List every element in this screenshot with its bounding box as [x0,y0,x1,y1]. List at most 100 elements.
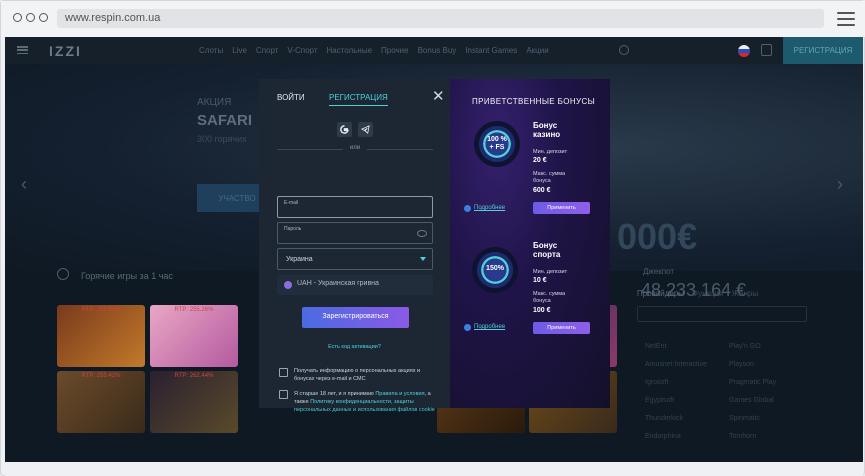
provider-item[interactable]: Pragmatic Play [729,379,776,386]
provider-item[interactable]: Tomhorn [729,433,756,440]
country-value: Украина [286,256,313,263]
bonus-max-value: 100 € [533,307,551,314]
bonus-min-label: Мин. депозит [533,269,568,275]
game-tile[interactable]: RTP: 255.56% [57,305,145,367]
currency-value: UAH - Украинская гривна [297,280,379,287]
age-terms-checkbox[interactable] [279,390,288,399]
game-tile[interactable]: RTP: 255.42% [57,371,145,433]
google-login-button[interactable] [337,122,352,137]
browser-window: www.respin.com.ua IZZI Слоты Live Спорт … [0,0,865,476]
nav-item[interactable]: Спорт [256,46,279,55]
site-header: IZZI Слоты Live Спорт V-Спорт Настольные… [5,37,863,64]
email-field[interactable]: E-mail [277,196,433,218]
browser-toolbar: www.respin.com.ua [1,1,865,37]
nav-item[interactable]: V-Спорт [287,46,317,55]
bonus-max-value: 600 € [533,187,551,194]
tab-genres[interactable]: Жанры [732,289,759,298]
bonus-details-link[interactable]: Подробнее [474,324,505,330]
browser-bottom [5,462,863,476]
divider [367,149,433,150]
site-logo[interactable]: IZZI [49,43,82,59]
window-dot-icon[interactable] [39,13,48,22]
register-submit-button[interactable]: Зарегистрироваться [302,307,409,328]
provider-item[interactable]: Spinmatic [729,415,760,422]
provider-item[interactable]: Playson [729,361,754,368]
window-dot-icon[interactable] [13,13,22,22]
tab-providers[interactable]: Провайдеры [637,289,684,298]
or-separator: или [349,145,361,151]
bonus-max-label: Макс. сумма бонуса [533,171,566,184]
provider-item[interactable]: Igrosoft [645,379,668,386]
provider-item[interactable]: Thunderkick [645,415,683,422]
filter-panel: Провайдеры Функции Жанры NetEnt Amusnet … [637,289,817,462]
login-icon[interactable] [761,44,772,56]
activation-code-link[interactable]: Есть код активации? [259,344,450,350]
page-viewport: IZZI Слоты Live Спорт V-Спорт Настольные… [5,37,863,462]
provider-search-input[interactable] [637,306,807,322]
close-icon[interactable]: ✕ [432,87,445,105]
hero-title: SAFARI [197,112,253,129]
hamburger-icon[interactable] [837,12,855,26]
nav-item[interactable]: Bonus Buy [418,46,457,55]
info-icon [464,324,471,331]
nav-item[interactable]: Настольные [326,46,372,55]
badge-text: 150% [486,265,504,272]
tab-login[interactable]: ВОЙТИ [277,93,305,102]
provider-item[interactable]: Games Global [729,397,774,404]
eye-icon[interactable] [417,230,427,237]
bonus-min-label: Мин. депозит [533,149,568,155]
provider-item[interactable]: Endorphina [645,433,681,440]
apply-bonus-button[interactable]: Применить [533,322,590,334]
apply-bonus-button[interactable]: Применить [533,202,590,214]
chevron-right-icon[interactable]: › [837,174,843,195]
language-flag-icon[interactable] [738,45,750,57]
casino-bonus-badge: 100 % + FS [474,121,520,167]
hero-subtitle: 300 горячих [197,134,247,144]
nav-item[interactable]: Live [232,46,247,55]
jackpot-label: Джекпот [643,267,674,276]
menu-icon[interactable] [17,46,28,54]
email-label: E-mail [284,200,299,206]
address-bar[interactable]: www.respin.com.ua [57,9,824,28]
country-select[interactable]: Украина [277,248,433,270]
provider-item[interactable]: Amusnet Interactive [645,361,707,368]
provider-item[interactable]: NetEnt [645,343,666,350]
game-tile[interactable]: RTP: 255.26% [150,305,238,367]
welcome-bonuses-panel: ПРИВЕТСТВЕННЫЕ БОНУСЫ 100 % + FS Бонус к… [450,79,610,408]
main-nav: Слоты Live Спорт V-Спорт Настольные Проч… [199,46,549,55]
register-header-button[interactable]: РЕГИСТРАЦИЯ [783,37,863,64]
nav-item[interactable]: Прочие [381,46,409,55]
chevron-down-icon [420,257,426,261]
chevron-left-icon[interactable]: ‹ [21,174,27,195]
bonus-name: Бонус казино [533,121,561,139]
marketing-consent-text: Получать информацию о персональных акция… [294,368,421,382]
provider-item[interactable]: Play'n GO [729,343,761,350]
bonus-min-value: 20 € [533,157,547,164]
game-tile[interactable]: RTP: 262.44% [150,371,238,433]
registration-modal: ВОЙТИ РЕГИСТРАЦИЯ ✕ или E-mail Пароль Ук… [259,79,610,413]
terms-link[interactable]: Правила и условия [375,391,424,397]
marketing-consent-checkbox[interactable] [279,368,288,377]
telegram-login-button[interactable] [358,122,373,137]
nav-item[interactable]: Instant Games [465,46,517,55]
jackpot-graphic: 000€ [617,216,698,257]
search-icon[interactable] [619,45,629,55]
filter-tabs: Провайдеры Функции Жанры [637,289,817,298]
nav-item[interactable]: Слоты [199,46,223,55]
fire-icon [57,268,69,280]
bonuses-title: ПРИВЕТСТВЕННЫЕ БОНУСЫ [472,97,596,106]
age-terms-text: Я старше 18 лет, и я принимаю Правила и … [294,390,438,414]
window-controls [13,13,48,22]
privacy-policy-link[interactable]: Политику конфиденциальности, защиты перс… [294,399,435,413]
window-dot-icon[interactable] [26,13,35,22]
nav-item[interactable]: Акции [526,46,548,55]
password-field[interactable]: Пароль [277,222,433,244]
bonus-details-link[interactable]: Подробнее [474,205,505,211]
provider-item[interactable]: Egyptsoft [645,397,674,404]
currency-display: UAH - Украинская гривна [277,275,433,295]
tab-features[interactable]: Функции [692,289,724,298]
currency-icon [284,281,292,289]
terms-text: Я старше 18 лет, и я принимаю [294,391,376,397]
tab-register[interactable]: РЕГИСТРАЦИЯ [329,93,388,106]
password-label: Пароль [284,226,302,232]
